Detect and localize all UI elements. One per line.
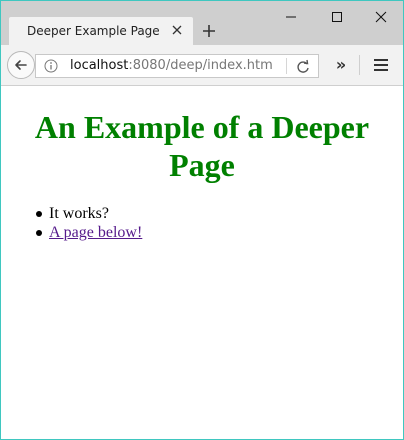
tab-deeper-example-page[interactable]: Deeper Example Page xyxy=(9,17,193,45)
page-content: An Example of a Deeper Page It works? A … xyxy=(1,86,403,439)
url-path: :8080/deep/index.htm xyxy=(128,58,273,73)
maximize-window-icon[interactable] xyxy=(313,1,359,33)
list-bullet xyxy=(36,230,42,236)
tab-title: Deeper Example Page xyxy=(27,24,160,38)
tab-close-icon[interactable] xyxy=(169,22,185,38)
page-below-link[interactable]: A page below! xyxy=(49,224,142,241)
title-bar: Deeper Example Page xyxy=(1,1,403,45)
page-heading: An Example of a Deeper Page xyxy=(34,109,370,183)
toolbar-separator xyxy=(359,55,360,75)
new-tab-plus-icon[interactable] xyxy=(199,21,219,41)
hamburger-menu-icon[interactable] xyxy=(373,57,389,73)
back-arrow-icon[interactable] xyxy=(7,51,35,79)
address-bar-divider xyxy=(286,58,287,74)
list-bullet xyxy=(36,211,42,217)
url-text[interactable]: localhost:8080/deep/index.htm xyxy=(70,58,273,73)
list-item: It works? xyxy=(36,204,142,223)
navigation-toolbar: localhost:8080/deep/index.htm » xyxy=(1,45,403,86)
page-list: It works? A page below! xyxy=(36,204,142,242)
url-host: localhost xyxy=(70,58,129,73)
close-window-icon[interactable] xyxy=(357,1,403,33)
minimize-window-icon[interactable] xyxy=(267,1,313,33)
list-item-text: It works? xyxy=(49,205,109,222)
list-item: A page below! xyxy=(36,223,142,242)
browser-window: Deeper Example Page localhost:8080/deep/… xyxy=(0,0,404,440)
address-bar[interactable]: localhost:8080/deep/index.htm xyxy=(35,54,319,78)
reload-icon[interactable] xyxy=(294,58,312,76)
toolbar-overflow-chevron-icon[interactable]: » xyxy=(331,55,351,75)
site-info-icon[interactable] xyxy=(44,59,58,73)
